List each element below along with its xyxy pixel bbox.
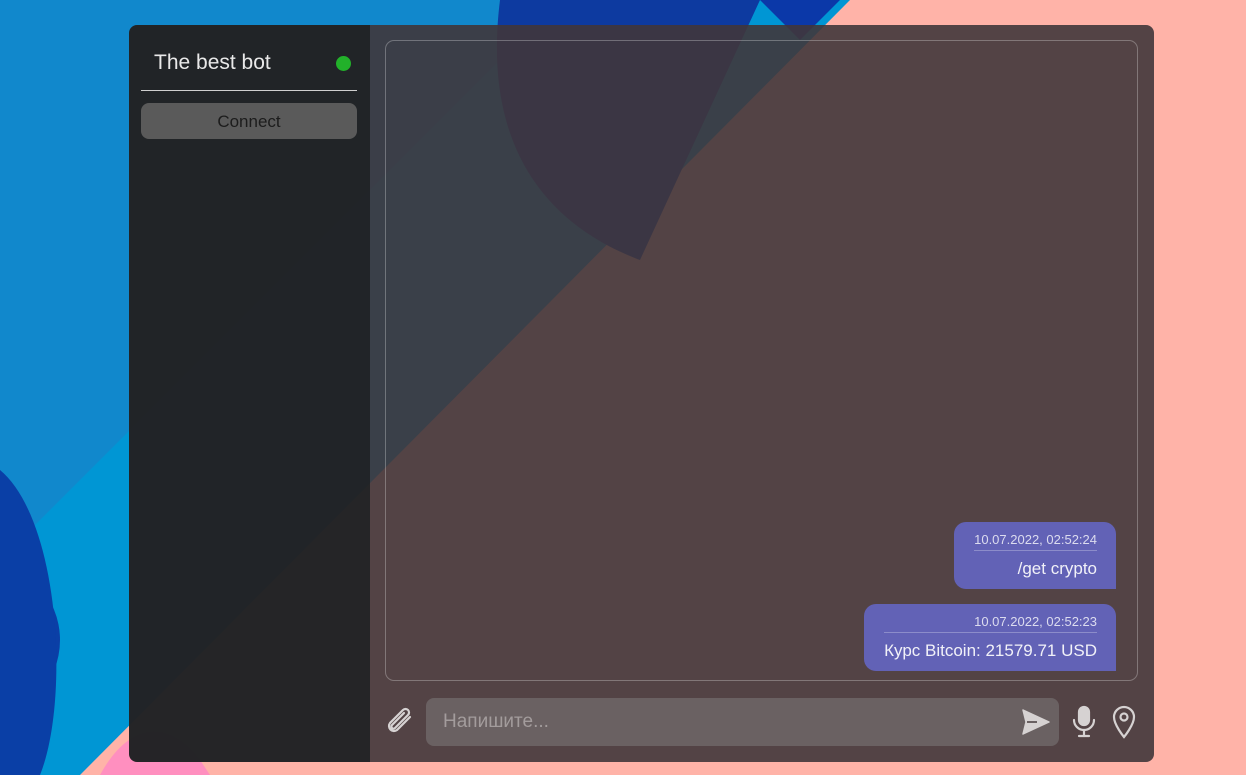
connect-button[interactable]: Connect (141, 103, 357, 139)
paperclip-icon[interactable] (383, 705, 417, 739)
message-text: Курс Bitcoin: 21579.71 USD (884, 641, 1097, 660)
online-status-icon (336, 56, 351, 71)
chat-window: The best bot Connect 10.07.2022, 02:52:2… (129, 25, 1154, 762)
message-bubble: 10.07.2022, 02:52:24 /get crypto (954, 522, 1116, 589)
message-timestamp: 10.07.2022, 02:52:23 (884, 614, 1097, 633)
bot-name: The best bot (154, 51, 271, 74)
sidebar: The best bot Connect (129, 25, 370, 762)
message-list[interactable]: 10.07.2022, 02:52:24 /get crypto 10.07.2… (385, 40, 1138, 681)
chat-panel: 10.07.2022, 02:52:24 /get crypto 10.07.2… (370, 25, 1154, 762)
bot-header[interactable]: The best bot (141, 43, 357, 91)
send-icon[interactable] (1021, 708, 1051, 736)
message-input[interactable] (426, 698, 1059, 746)
microphone-icon[interactable] (1070, 705, 1098, 739)
message-timestamp: 10.07.2022, 02:52:24 (974, 532, 1097, 551)
location-pin-icon[interactable] (1110, 705, 1138, 739)
message-text: /get crypto (1017, 559, 1097, 578)
composer-bar (370, 697, 1154, 747)
message-bubble: 10.07.2022, 02:52:23 Курс Bitcoin: 21579… (864, 604, 1116, 671)
